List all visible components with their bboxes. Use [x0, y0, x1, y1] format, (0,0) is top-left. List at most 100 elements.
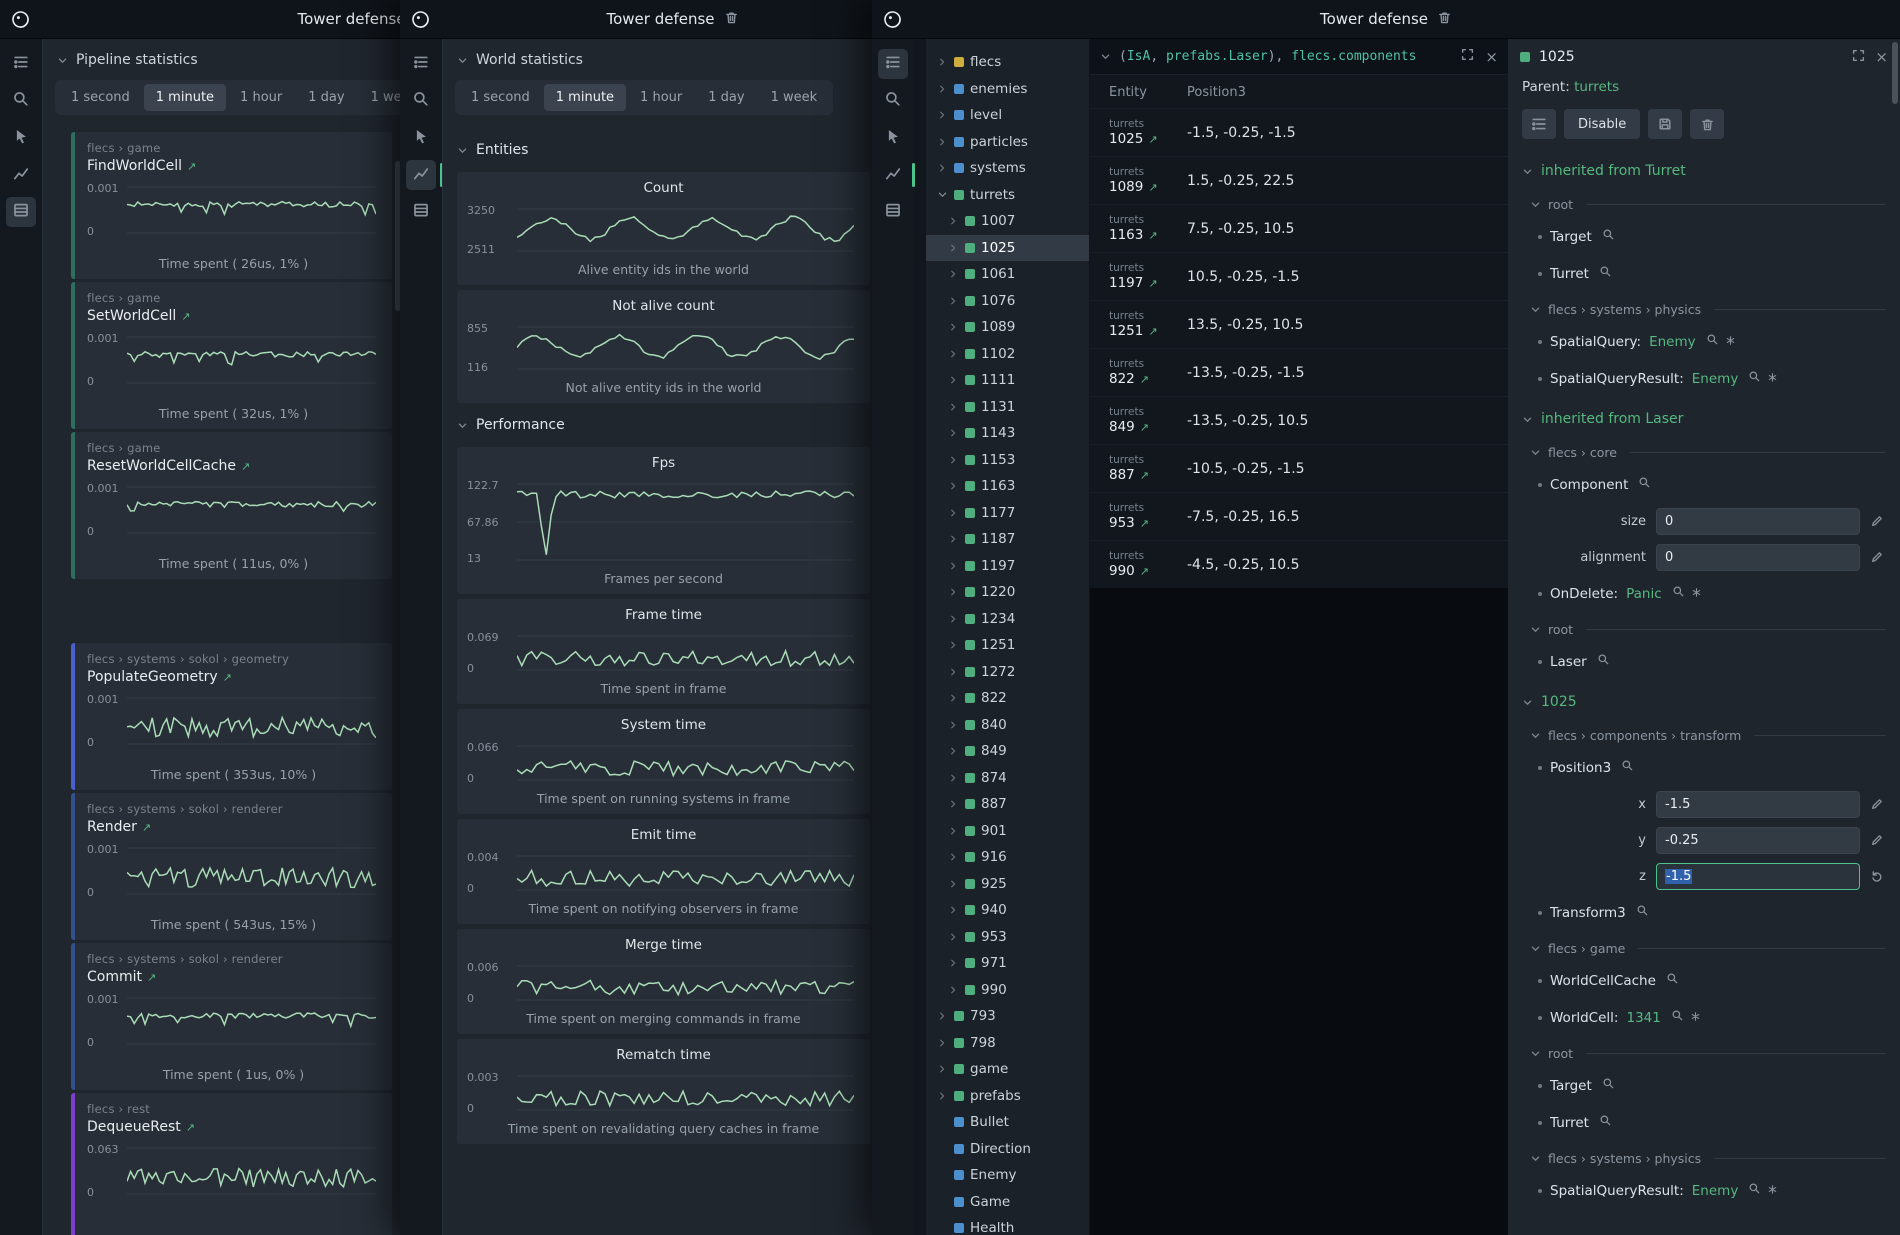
expand-icon[interactable]	[937, 1038, 948, 1048]
sidebar-tree-view-icon[interactable]	[406, 49, 436, 79]
value-input-y[interactable]	[1656, 827, 1860, 854]
sidebar-statistics-view-icon[interactable]	[406, 197, 436, 227]
magnifier-icon[interactable]	[1748, 1182, 1761, 1199]
expand-icon[interactable]	[948, 402, 959, 412]
expand-icon[interactable]	[948, 985, 959, 995]
entity-link[interactable]: 822↗	[1109, 371, 1187, 387]
component-group-header[interactable]: flecs › systems › physics	[1508, 292, 1900, 323]
trash-icon[interactable]	[1437, 10, 1452, 29]
sidebar-search-icon[interactable]	[878, 86, 908, 116]
expand-icon[interactable]	[937, 1064, 948, 1074]
expand-icon[interactable]	[948, 932, 959, 942]
component-value-link[interactable]: Enemy	[1692, 371, 1739, 387]
component-item[interactable]: Target	[1508, 1067, 1900, 1104]
system-link[interactable]: ResetWorldCellCache↗	[87, 458, 380, 474]
component-item[interactable]: Transform3	[1508, 894, 1900, 931]
expand-icon[interactable]	[948, 852, 959, 862]
component-group-header[interactable]: flecs › game	[1508, 931, 1900, 962]
edit-icon[interactable]	[1868, 550, 1886, 564]
expand-icon[interactable]	[948, 746, 959, 756]
time-range-button[interactable]: 1 second	[459, 84, 542, 111]
component-value-link[interactable]: 1341	[1626, 1010, 1660, 1026]
tree-item-1025[interactable]: 1025	[926, 235, 1089, 262]
component-item[interactable]: WorldCell:1341	[1508, 999, 1900, 1036]
sidebar-search-icon[interactable]	[6, 86, 36, 116]
magnifier-icon[interactable]	[1638, 476, 1651, 493]
magnifier-icon[interactable]	[1599, 1114, 1612, 1131]
tree-item-1007[interactable]: 1007	[926, 208, 1089, 235]
component-item[interactable]: SpatialQueryResult:Enemy	[1508, 360, 1900, 397]
query-result-row[interactable]: turrets990↗-4.5, -0.25, 10.5	[1090, 540, 1508, 588]
expand-icon[interactable]	[937, 137, 948, 147]
expand-icon[interactable]	[948, 958, 959, 968]
expand-icon[interactable]	[948, 667, 959, 677]
tree-item-Game[interactable]: Game	[926, 1189, 1089, 1216]
system-link[interactable]: PopulateGeometry↗	[87, 669, 380, 685]
sidebar-tree-view-icon[interactable]	[878, 49, 908, 79]
tree-item-1251[interactable]: 1251	[926, 632, 1089, 659]
tree-item-793[interactable]: 793	[926, 1003, 1089, 1030]
entity-link[interactable]: 849↗	[1109, 419, 1187, 435]
tree-item-prefabs[interactable]: prefabs	[926, 1083, 1089, 1110]
magnifier-icon[interactable]	[1599, 265, 1612, 282]
query-result-row[interactable]: turrets849↗-13.5, -0.25, 10.5	[1090, 396, 1508, 444]
tree-item-enemies[interactable]: enemies	[926, 76, 1089, 103]
tree-item-916[interactable]: 916	[926, 844, 1089, 871]
sidebar-statistics-view-icon[interactable]	[6, 197, 36, 227]
entity-link[interactable]: 1089↗	[1109, 179, 1187, 195]
sidebar-statistics-view-icon[interactable]	[878, 197, 908, 227]
expand-icon[interactable]	[948, 508, 959, 518]
expand-icon[interactable]	[948, 481, 959, 491]
expand-icon[interactable]	[948, 587, 959, 597]
tree-item-Health[interactable]: Health	[926, 1215, 1089, 1235]
tree-item-flecs[interactable]: flecs	[926, 49, 1089, 76]
tree-item-1220[interactable]: 1220	[926, 579, 1089, 606]
component-group-header[interactable]: root	[1508, 612, 1900, 643]
tree-item-990[interactable]: 990	[926, 977, 1089, 1004]
magnifier-icon[interactable]	[1706, 333, 1719, 350]
query-result-row[interactable]: turrets953↗-7.5, -0.25, 16.5	[1090, 492, 1508, 540]
component-value-link[interactable]: Enemy	[1649, 334, 1696, 350]
expand-icon[interactable]	[948, 375, 959, 385]
tree-item-level[interactable]: level	[926, 102, 1089, 129]
tree-item-940[interactable]: 940	[926, 897, 1089, 924]
magnifier-icon[interactable]	[1672, 585, 1685, 602]
system-link[interactable]: Render↗	[87, 819, 380, 835]
magnifier-icon[interactable]	[1636, 904, 1649, 921]
component-item[interactable]: Position3	[1508, 749, 1900, 786]
tree-item-1061[interactable]: 1061	[926, 261, 1089, 288]
expand-icon[interactable]	[948, 216, 959, 226]
sidebar-select-entity-icon[interactable]	[878, 123, 908, 153]
expand-icon[interactable]	[948, 534, 959, 544]
time-range-button[interactable]: 1 minute	[544, 84, 626, 111]
component-item[interactable]: Component	[1508, 466, 1900, 503]
tree-item-1187[interactable]: 1187	[926, 526, 1089, 553]
inspector-section-header[interactable]: inherited from Laser	[1508, 403, 1900, 435]
parent-link[interactable]: turrets	[1574, 79, 1619, 95]
close-icon[interactable]: ×	[1875, 48, 1888, 66]
sidebar-search-icon[interactable]	[406, 86, 436, 116]
tree-item-1076[interactable]: 1076	[926, 288, 1089, 315]
sidebar-chart-view-icon[interactable]	[878, 160, 908, 190]
tree-item-systems[interactable]: systems	[926, 155, 1089, 182]
query-result-row[interactable]: turrets1163↗7.5, -0.25, 10.5	[1090, 204, 1508, 252]
expand-icon[interactable]	[1851, 48, 1866, 67]
expand-icon[interactable]	[948, 879, 959, 889]
tree-item-971[interactable]: 971	[926, 950, 1089, 977]
tree-item-874[interactable]: 874	[926, 765, 1089, 792]
query-result-row[interactable]: turrets822↗-13.5, -0.25, -1.5	[1090, 348, 1508, 396]
tree-item-1102[interactable]: 1102	[926, 341, 1089, 368]
component-group-header[interactable]: flecs › components › transform	[1508, 718, 1900, 749]
tree-item-Bullet[interactable]: Bullet	[926, 1109, 1089, 1136]
time-range-button[interactable]: 1 hour	[628, 84, 694, 111]
tree-item-1089[interactable]: 1089	[926, 314, 1089, 341]
section-header[interactable]: Entities	[443, 133, 880, 167]
query-result-row[interactable]: turrets887↗-10.5, -0.25, -1.5	[1090, 444, 1508, 492]
save-button[interactable]	[1648, 109, 1682, 139]
magnifier-icon[interactable]	[1621, 759, 1634, 776]
expand-icon[interactable]	[948, 640, 959, 650]
expand-icon[interactable]	[948, 296, 959, 306]
entity-link[interactable]: 990↗	[1109, 563, 1187, 579]
tree-item-901[interactable]: 901	[926, 818, 1089, 845]
entity-link[interactable]: 1251↗	[1109, 323, 1187, 339]
